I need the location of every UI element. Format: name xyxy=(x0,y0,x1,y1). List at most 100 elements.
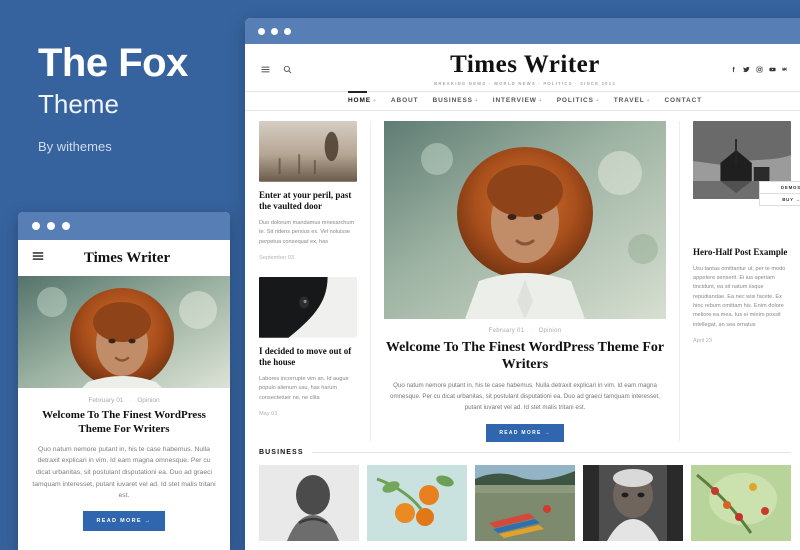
meta-separator: · xyxy=(530,328,533,334)
business-thumbnail xyxy=(259,465,359,541)
list-item[interactable]: I decided to move out of the house Labor… xyxy=(259,276,357,417)
post-thumbnail xyxy=(259,121,357,182)
mobile-read-more-button[interactable]: READ MORE → xyxy=(82,510,166,531)
nav-item-contact[interactable]: CONTACT xyxy=(664,91,702,111)
read-more-button[interactable]: READ MORE → xyxy=(486,423,564,442)
window-close-dot[interactable] xyxy=(258,27,265,35)
nav-item-contact-label: CONTACT xyxy=(664,97,703,104)
nav-item-travel[interactable]: TRAVEL + xyxy=(614,91,651,111)
mobile-titlebar xyxy=(18,212,230,240)
demos-buy-widget: DEMOS BUY → xyxy=(759,181,800,206)
nav-item-about[interactable]: ABOUT xyxy=(391,91,419,111)
business-item[interactable] xyxy=(583,465,683,541)
post-date: May 03 xyxy=(259,410,278,417)
chevron-down-icon: + xyxy=(538,98,543,104)
business-item[interactable] xyxy=(259,465,359,541)
meta-separator: · xyxy=(129,397,132,404)
chevron-down-icon: + xyxy=(474,98,479,104)
window-minimize-dot[interactable] xyxy=(47,222,55,230)
masthead-left-icons xyxy=(261,65,351,74)
post-excerpt: Usu tantas omittantur ut, per te modo ap… xyxy=(693,265,786,328)
post-excerpt: Duo dolorum mandamus mnesarchum te. Sit … xyxy=(259,219,355,245)
featured-post-date: February 01 xyxy=(488,328,525,334)
section-divider xyxy=(311,452,791,453)
post-date: September 03 xyxy=(259,254,295,261)
nav-item-home[interactable]: HOME + xyxy=(347,91,377,111)
featured-post: February 01 · Opinion Welcome To The Fin… xyxy=(370,121,680,442)
nav-item-about-label: ABOUT xyxy=(390,97,419,104)
mobile-site-brand[interactable]: Times Writer xyxy=(58,250,196,267)
chevron-down-icon: + xyxy=(373,98,377,104)
primary-navigation: HOME + ABOUT BUSINESS + INTERVIEW + POLI… xyxy=(245,91,800,111)
mobile-post-category[interactable]: Opinion xyxy=(137,397,159,404)
business-item[interactable] xyxy=(691,465,791,541)
business-thumbnail-grid xyxy=(245,456,800,541)
hamburger-menu-icon[interactable] xyxy=(32,249,44,267)
nav-item-interview[interactable]: INTERVIEW + xyxy=(493,91,543,111)
twitter-icon[interactable] xyxy=(743,66,750,73)
business-item[interactable] xyxy=(367,465,467,541)
chevron-down-icon: + xyxy=(646,98,651,104)
right-post-column: Hero-Half Post Example Usu tantas omitta… xyxy=(693,121,791,441)
featured-post-meta: February 01 · Opinion xyxy=(384,328,666,334)
post-title[interactable]: Hero-Half Post Example xyxy=(693,247,791,259)
nav-item-politics-label: POLITICS xyxy=(556,97,594,104)
featured-post-excerpt: Quo natum nemore putant in, his te case … xyxy=(390,382,660,411)
featured-post-category[interactable]: Opinion xyxy=(539,328,562,334)
left-post-column: Enter at your peril, past the vaulted do… xyxy=(259,121,357,441)
list-item[interactable]: Enter at your peril, past the vaulted do… xyxy=(259,121,357,261)
promo-panel: The Fox Theme By withemes xyxy=(38,42,238,154)
mobile-post-body: February 01 · Opinion Welcome To The Fin… xyxy=(18,388,230,531)
business-section-header: BUSINESS xyxy=(245,449,800,456)
post-title[interactable]: Enter at your peril, past the vaulted do… xyxy=(259,190,357,213)
nav-item-business-label: BUSINESS xyxy=(432,97,473,104)
nav-item-home-label: HOME xyxy=(347,97,372,104)
mobile-post-excerpt: Quo natum nemore putant in, his te case … xyxy=(32,445,216,500)
promo-author: By withemes xyxy=(38,138,112,154)
window-close-dot[interactable] xyxy=(32,222,40,230)
facebook-icon[interactable] xyxy=(730,66,737,73)
site-tagline: BREAKING NEWS · WORLD NEWS · POLITICS · … xyxy=(434,81,616,86)
mobile-post-meta: February 01 · Opinion xyxy=(30,397,218,404)
hamburger-menu-icon[interactable] xyxy=(261,65,270,74)
promo-subtitle: Theme xyxy=(38,89,119,119)
window-maximize-dot[interactable] xyxy=(62,222,70,230)
window-minimize-dot[interactable] xyxy=(271,27,278,35)
featured-post-image xyxy=(384,121,666,319)
business-thumbnail xyxy=(475,465,575,541)
hero-grid: Enter at your peril, past the vaulted do… xyxy=(245,111,800,442)
nav-item-travel-label: TRAVEL xyxy=(613,97,645,104)
nav-item-politics[interactable]: POLITICS + xyxy=(557,91,600,111)
mobile-featured-image xyxy=(18,276,230,388)
nav-item-business[interactable]: BUSINESS + xyxy=(432,91,478,111)
site-brand[interactable]: Times Writer xyxy=(351,52,699,77)
demos-button[interactable]: DEMOS xyxy=(760,182,800,193)
mobile-post-date: February 01 xyxy=(88,397,124,404)
business-thumbnail xyxy=(691,465,791,541)
instagram-icon[interactable] xyxy=(756,66,763,73)
buy-button[interactable]: BUY → xyxy=(760,193,800,205)
featured-post-title[interactable]: Welcome To The Finest WordPress Theme Fo… xyxy=(384,339,666,373)
browser-window: Times Writer BREAKING NEWS · WORLD NEWS … xyxy=(245,18,800,550)
youtube-icon[interactable] xyxy=(769,66,776,73)
promo-title: The Fox xyxy=(38,41,188,85)
mobile-header: Times Writer xyxy=(18,240,230,276)
site-brand-block: Times Writer BREAKING NEWS · WORLD NEWS … xyxy=(351,52,699,86)
post-thumbnail xyxy=(259,276,357,338)
mobile-post-title[interactable]: Welcome To The Finest WordPress Theme Fo… xyxy=(30,409,218,437)
section-title: BUSINESS xyxy=(259,449,304,456)
post-date: April 23 xyxy=(693,338,712,345)
site-viewport: Times Writer BREAKING NEWS · WORLD NEWS … xyxy=(245,44,800,550)
post-thumbnail xyxy=(693,121,791,239)
vk-icon[interactable] xyxy=(782,66,789,73)
mobile-preview-window: Times Writer February 01 · Opinion Welco… xyxy=(18,212,230,550)
nav-item-interview-label: INTERVIEW xyxy=(492,97,537,104)
browser-titlebar xyxy=(245,18,800,44)
post-title[interactable]: I decided to move out of the house xyxy=(259,346,357,369)
search-icon[interactable] xyxy=(283,65,292,74)
post-excerpt: Labores incorrupte vim an. Id augue popu… xyxy=(259,375,349,401)
window-maximize-dot[interactable] xyxy=(284,27,291,35)
business-item[interactable] xyxy=(475,465,575,541)
business-thumbnail xyxy=(583,465,683,541)
social-links xyxy=(699,66,789,73)
